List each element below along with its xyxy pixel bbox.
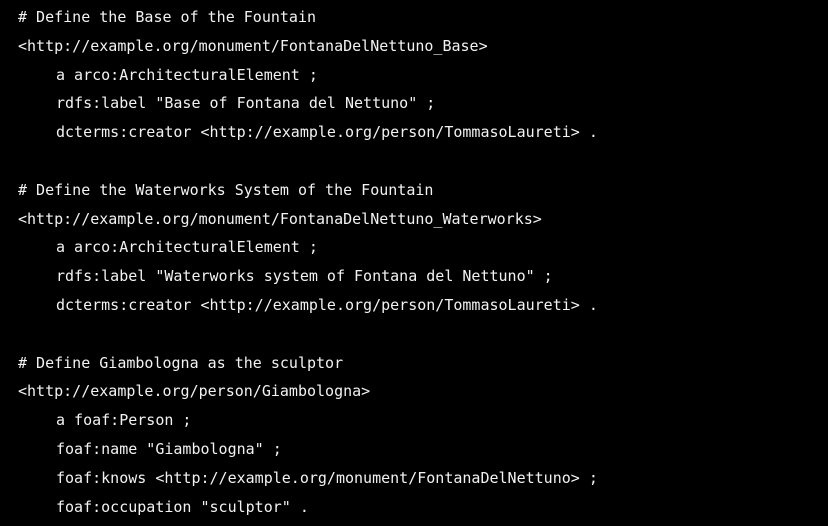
code-line-label: rdfs:label "Base of Fontana del Nettuno"… [56,94,436,113]
code-block: # Define the Base of the Fountain <http:… [0,0,828,526]
code-line-creator: dcterms:creator <http://example.org/pers… [56,123,598,142]
code-line-knows: foaf:knows <http://example.org/monument/… [56,468,598,487]
code-line-occupation: foaf:occupation "sculptor" . [56,497,309,516]
code-line-type: a foaf:Person ; [56,411,192,430]
code-line-type: a arco:ArchitecturalElement ; [56,65,318,84]
code-line-subject: <http://example.org/monument/FontanaDelN… [18,209,542,228]
code-line-subject: <http://example.org/monument/FontanaDelN… [18,36,488,55]
code-line-subject: <http://example.org/person/Giambologna> [18,382,371,401]
code-line-comment: # Define Giambologna as the sculptor [18,353,344,372]
code-line-comment: # Define the Waterworks System of the Fo… [18,180,434,199]
code-line-creator: dcterms:creator <http://example.org/pers… [56,295,598,314]
code-line-name: foaf:name "Giambologna" ; [56,439,282,458]
code-line-label: rdfs:label "Waterworks system of Fontana… [56,267,553,286]
code-line-type: a arco:ArchitecturalElement ; [56,238,318,257]
code-line-comment: # Define the Base of the Fountain [18,8,317,26]
